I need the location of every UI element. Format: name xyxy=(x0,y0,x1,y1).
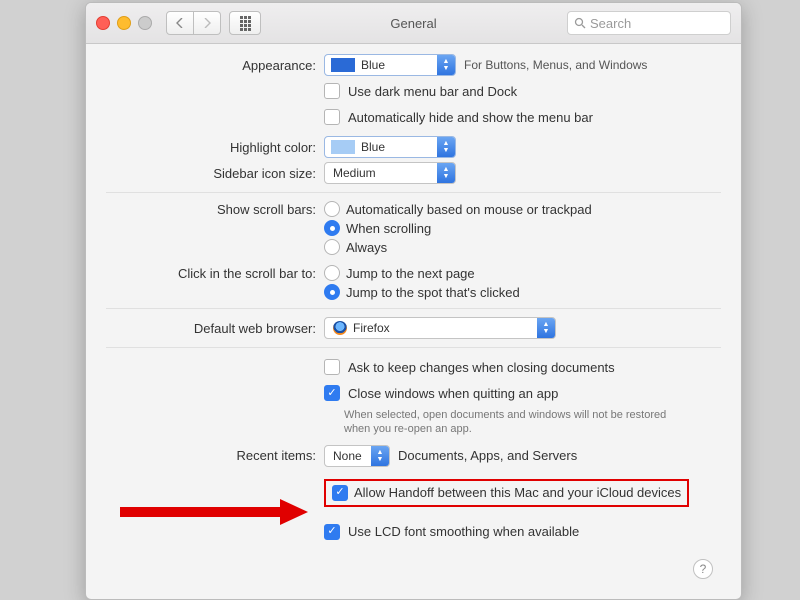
highlight-popup[interactable]: Blue ▲▼ xyxy=(324,136,456,158)
appearance-popup[interactable]: Blue ▲▼ xyxy=(324,54,456,76)
scroll-auto-radio[interactable] xyxy=(324,201,340,217)
appearance-note: For Buttons, Menus, and Windows xyxy=(464,58,647,72)
highlight-label: Highlight color: xyxy=(106,140,324,155)
close-windows-label: Close windows when quitting an app xyxy=(348,386,558,401)
general-prefs-window: General Search Appearance: Blue ▲▼ For B… xyxy=(85,2,742,600)
auto-hide-menu-checkbox[interactable] xyxy=(324,109,340,125)
highlight-value: Blue xyxy=(361,140,411,154)
scroll-always-radio[interactable] xyxy=(324,239,340,255)
prefs-body: Appearance: Blue ▲▼ For Buttons, Menus, … xyxy=(86,44,741,557)
traffic-lights xyxy=(96,16,152,30)
ask-changes-label: Ask to keep changes when closing documen… xyxy=(348,360,615,375)
divider xyxy=(106,347,721,348)
scrollbars-label: Show scroll bars: xyxy=(106,201,324,217)
grid-icon xyxy=(240,16,251,31)
dark-menu-checkbox[interactable] xyxy=(324,83,340,99)
chevron-updown-icon: ▲▼ xyxy=(437,163,455,183)
browser-value: Firefox xyxy=(353,321,390,335)
scrollbars-group: Automatically based on mouse or trackpad… xyxy=(324,201,592,255)
scroll-auto-label: Automatically based on mouse or trackpad xyxy=(346,202,592,217)
sidebar-size-label: Sidebar icon size: xyxy=(106,166,324,181)
handoff-label: Allow Handoff between this Mac and your … xyxy=(354,485,681,500)
lcd-smoothing-label: Use LCD font smoothing when available xyxy=(348,524,579,539)
divider xyxy=(106,192,721,193)
search-field[interactable]: Search xyxy=(567,11,731,35)
recent-suffix: Documents, Apps, and Servers xyxy=(398,448,577,463)
click-page-label: Jump to the next page xyxy=(346,266,475,281)
search-placeholder: Search xyxy=(590,16,631,31)
auto-hide-menu-label: Automatically hide and show the menu bar xyxy=(348,110,593,125)
browser-popup[interactable]: Firefox ▲▼ xyxy=(324,317,556,339)
window-toolbar: General Search xyxy=(86,3,741,44)
forward-button[interactable] xyxy=(194,11,221,35)
appearance-value: Blue xyxy=(361,58,411,72)
close-window-button[interactable] xyxy=(96,16,110,30)
scroll-when-radio[interactable] xyxy=(324,220,340,236)
chevron-updown-icon: ▲▼ xyxy=(437,137,455,157)
browser-label: Default web browser: xyxy=(106,321,324,336)
back-button[interactable] xyxy=(166,11,194,35)
handoff-checkbox[interactable]: ✓ xyxy=(332,485,348,501)
click-scroll-group: Jump to the next page Jump to the spot t… xyxy=(324,265,520,300)
sidebar-size-value: Medium xyxy=(325,166,402,180)
dark-menu-label: Use dark menu bar and Dock xyxy=(348,84,517,99)
chevron-updown-icon: ▲▼ xyxy=(371,446,389,466)
appearance-swatch xyxy=(331,58,355,72)
recent-label: Recent items: xyxy=(106,448,324,463)
click-scroll-label: Click in the scroll bar to: xyxy=(106,265,324,281)
handoff-highlight: ✓ Allow Handoff between this Mac and you… xyxy=(324,479,689,507)
recent-popup[interactable]: None ▲▼ xyxy=(324,445,390,467)
appearance-label: Appearance: xyxy=(106,58,324,73)
search-icon xyxy=(574,17,586,29)
zoom-window-button[interactable] xyxy=(138,16,152,30)
minimize-window-button[interactable] xyxy=(117,16,131,30)
scroll-when-label: When scrolling xyxy=(346,221,431,236)
sidebar-size-popup[interactable]: Medium ▲▼ xyxy=(324,162,456,184)
ask-changes-checkbox[interactable] xyxy=(324,359,340,375)
highlight-swatch xyxy=(331,140,355,154)
firefox-icon xyxy=(333,321,347,335)
help-button[interactable]: ? xyxy=(693,559,713,579)
click-spot-label: Jump to the spot that's clicked xyxy=(346,285,520,300)
scroll-always-label: Always xyxy=(346,240,387,255)
lcd-smoothing-checkbox[interactable]: ✓ xyxy=(324,524,340,540)
close-windows-checkbox[interactable]: ✓ xyxy=(324,385,340,401)
show-all-button[interactable] xyxy=(229,11,261,35)
chevron-updown-icon: ▲▼ xyxy=(537,318,555,338)
divider xyxy=(106,308,721,309)
chevron-updown-icon: ▲▼ xyxy=(437,55,455,75)
click-page-radio[interactable] xyxy=(324,265,340,281)
close-windows-note: When selected, open documents and window… xyxy=(344,408,674,437)
nav-buttons xyxy=(166,11,221,35)
click-spot-radio[interactable] xyxy=(324,284,340,300)
